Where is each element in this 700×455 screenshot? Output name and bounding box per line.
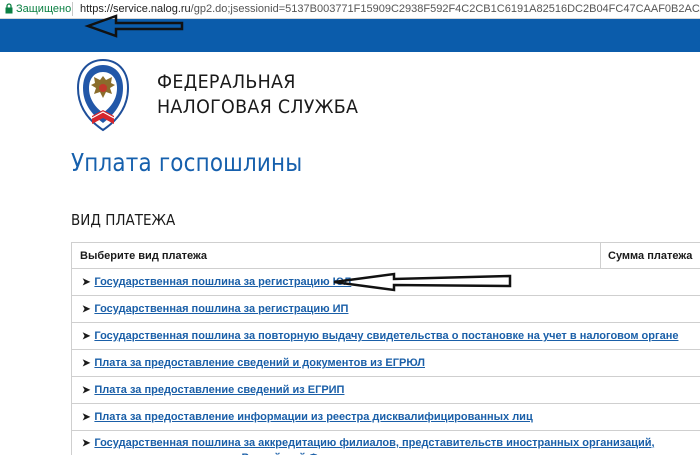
chevron-right-icon: ➤ xyxy=(82,438,91,449)
address-bar[interactable]: Защищено https://service.nalog.ru/gp2.do… xyxy=(0,0,700,19)
chevron-right-icon: ➤ xyxy=(82,385,91,396)
table-row[interactable]: ➤ Плата за предоставление сведений из ЕГР… xyxy=(71,377,700,404)
payment-link[interactable]: Плата за предоставление сведений из ЕГРИ… xyxy=(94,384,344,396)
site-header-bar xyxy=(0,19,700,52)
column-divider xyxy=(600,243,601,268)
payment-type-table: Выберите вид платежа Сумма платежа ➤ Госу… xyxy=(71,242,700,455)
brand-name[interactable]: ФЕДЕРАЛЬНАЯ НАЛОГОВАЯ СЛУЖБА xyxy=(157,70,358,120)
table-row[interactable]: ➤ Государственная пошлина за аккредитацию… xyxy=(71,431,700,455)
payment-link[interactable]: Государственная пошлина за повторную выд… xyxy=(94,330,678,342)
table-row[interactable]: ➤ Государственная пошлина за регистрацию … xyxy=(71,296,700,323)
url-host: https://service.nalog.ru xyxy=(80,3,191,15)
payment-link[interactable]: Государственная пошлина за аккредитацию … xyxy=(82,437,655,455)
table-row[interactable]: ➤ Плата за предоставление информации из р… xyxy=(71,404,700,431)
payment-link[interactable]: Государственная пошлина за регистрацию Ю… xyxy=(94,276,351,288)
secure-label: Защищено xyxy=(16,3,72,15)
address-separator xyxy=(72,2,73,16)
chevron-right-icon: ➤ xyxy=(82,277,91,288)
table-row[interactable]: ➤ Государственная пошлина за повторную вы… xyxy=(71,323,700,350)
table-row[interactable]: ➤ Плата за предоставление сведений и доку… xyxy=(71,350,700,377)
column-header-type: Выберите вид платежа xyxy=(80,250,208,262)
brand-line-2: НАЛОГОВАЯ СЛУЖБА xyxy=(157,96,359,118)
payment-link[interactable]: Государственная пошлина за регистрацию И… xyxy=(94,303,348,315)
brand-line-1: ФЕДЕРАЛЬНАЯ xyxy=(157,71,296,93)
lock-icon xyxy=(5,3,13,14)
chevron-right-icon: ➤ xyxy=(82,412,91,423)
chevron-right-icon: ➤ xyxy=(82,304,91,315)
payment-link[interactable]: Плата за предоставление сведений и докум… xyxy=(94,357,425,369)
url-path: /gp2.do;jsessionid=5137B003771F15909C293… xyxy=(190,3,700,15)
section-title: ВИД ПЛАТЕЖА xyxy=(71,211,176,229)
table-header: Выберите вид платежа Сумма платежа xyxy=(71,243,700,269)
chevron-right-icon: ➤ xyxy=(82,331,91,342)
chevron-right-icon: ➤ xyxy=(82,358,91,369)
payment-link[interactable]: Плата за предоставление информации из ре… xyxy=(94,411,532,423)
table-row[interactable]: ➤ Государственная пошлина за регистрацию … xyxy=(71,269,700,296)
fns-emblem-icon xyxy=(76,58,130,132)
column-header-amount: Сумма платежа xyxy=(608,250,693,262)
url-text[interactable]: https://service.nalog.ru/gp2.do;jsession… xyxy=(80,3,700,15)
page-title: Уплата госпошлины xyxy=(71,148,303,177)
